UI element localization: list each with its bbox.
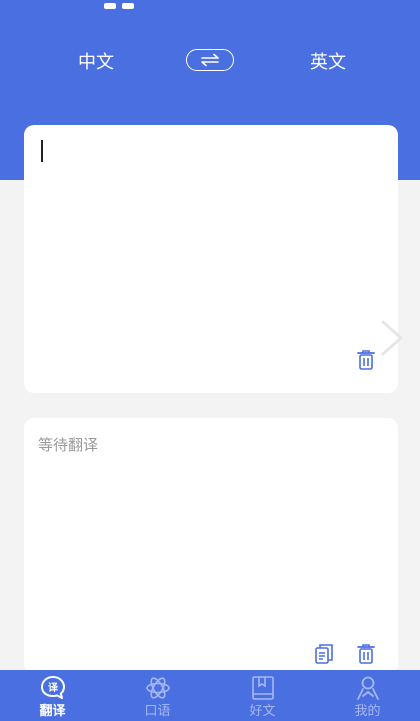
user-icon bbox=[356, 676, 379, 700]
bottom-navigation: 译 翻译 口语 好文 我的 bbox=[0, 670, 420, 721]
nav-label-articles: 好文 bbox=[249, 704, 276, 719]
output-placeholder: 等待翻译 bbox=[38, 436, 99, 454]
atom-icon bbox=[145, 677, 170, 699]
next-arrow-button[interactable] bbox=[377, 318, 407, 358]
copy-icon bbox=[315, 644, 333, 664]
source-language-button[interactable]: 中文 bbox=[78, 48, 114, 74]
clear-output-button[interactable] bbox=[356, 643, 376, 665]
nav-item-profile[interactable]: 我的 bbox=[315, 670, 420, 721]
swap-arrows-icon bbox=[201, 53, 219, 67]
trash-icon bbox=[357, 644, 375, 664]
trash-icon bbox=[357, 350, 375, 370]
svg-text:译: 译 bbox=[48, 681, 59, 694]
nav-item-speaking[interactable]: 口语 bbox=[105, 670, 210, 721]
text-caret bbox=[41, 140, 43, 162]
nav-item-translate[interactable]: 译 翻译 bbox=[0, 670, 105, 721]
language-selector-row: 中文 英文 bbox=[0, 44, 420, 80]
clear-input-button[interactable] bbox=[356, 349, 376, 371]
output-card: 等待翻译 bbox=[24, 418, 398, 674]
status-bar-fragment bbox=[104, 0, 150, 9]
nav-label-profile: 我的 bbox=[354, 704, 381, 719]
target-language-button[interactable]: 英文 bbox=[310, 48, 346, 74]
input-card[interactable] bbox=[24, 125, 398, 393]
chevron-right-icon bbox=[381, 320, 403, 356]
translate-bubble-icon: 译 bbox=[40, 676, 65, 699]
swap-language-button[interactable] bbox=[186, 49, 234, 71]
nav-item-articles[interactable]: 好文 bbox=[210, 670, 315, 721]
nav-label-speaking: 口语 bbox=[144, 704, 171, 719]
nav-label-translate: 翻译 bbox=[39, 704, 66, 719]
bookmark-book-icon bbox=[251, 676, 274, 700]
copy-output-button[interactable] bbox=[314, 643, 334, 665]
